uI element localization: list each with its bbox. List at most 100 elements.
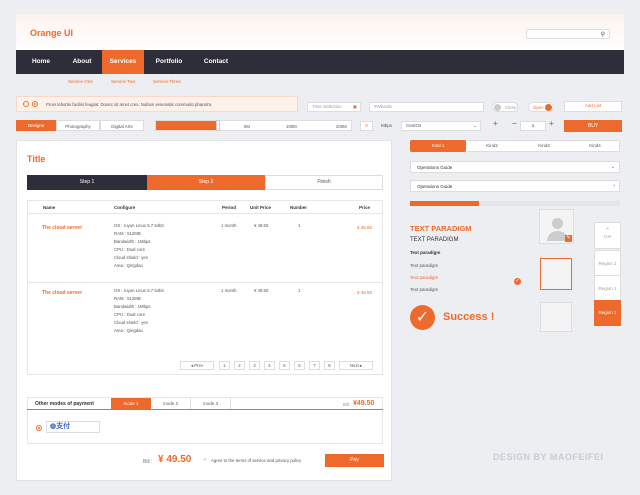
alipay-logo[interactable]: ◍支付 [46,421,100,433]
operations-guide-select[interactable]: Operations Guide ⌄ [410,161,620,173]
order-period: 1 month [221,223,237,228]
subnav-three[interactable]: Service Three [153,79,181,84]
bandwidth-slider[interactable]: 5M 100M 200M [155,120,352,131]
notice-text: Proin lobortis facilisi feugiat. Donec s… [46,102,213,107]
image-selected[interactable] [540,258,572,290]
mode-2-tab[interactable]: mode 2 [151,398,191,409]
close-toggle[interactable]: Close [492,102,518,112]
bill-value: ¥ 49.50 [158,454,192,465]
prev-button[interactable]: ◂ Prev [180,361,214,370]
edit-icon[interactable]: ✎ [565,235,572,242]
os-select[interactable]: CentOs ⌄ [401,121,481,131]
mode-1-tab[interactable]: mode 1 [111,398,151,409]
cfg-shield: Cloud shield : yes [114,320,148,325]
paradigm-subtitle: TEXT PARADIGM [410,237,459,243]
next-button[interactable]: Next ▸ [339,361,373,370]
minus-icon[interactable]: − [512,119,517,128]
kind-3-tab[interactable]: Kind3 [518,140,570,152]
open-toggle[interactable]: Open [528,102,554,112]
region-1[interactable]: Region 1 [594,250,621,276]
col-price: Price [359,205,371,210]
radio-2[interactable] [32,101,38,107]
step-finish: Finish [265,175,383,190]
page-6[interactable]: 6 [294,361,305,370]
nav-contact[interactable]: Contact [194,50,238,74]
bill-small-value: ¥49.50 [353,400,375,407]
plus-icon-2[interactable]: + [549,119,554,128]
open-label: Open [533,105,544,110]
page-1[interactable]: 1 [219,361,230,370]
main-nav: Home About Services Portfolio Contact [16,50,624,74]
search-input[interactable]: ⚲ [526,29,610,39]
filter-photography[interactable]: Photography [56,120,100,131]
page-4[interactable]: 4 [264,361,275,370]
dot-indicators[interactable]: · · · [480,278,508,284]
nav-services[interactable]: Services [102,50,144,74]
order-number: 1 [298,288,301,293]
page-5[interactable]: 5 [279,361,290,370]
success-text: Success ! [443,311,495,323]
agree-checkbox[interactable]: ✓ [203,457,207,463]
cfg-ram: RAM : 512MB [114,296,141,301]
divider [27,282,383,283]
payment-radio[interactable] [36,425,42,431]
brand-logo[interactable]: Orange UI [30,28,73,38]
order-unit-price: ¥ 49.50 [254,288,269,293]
paradigm-item-link[interactable]: Text paradigm [410,275,438,280]
guide-label: Operations Guide [417,184,453,189]
chevron-down-icon: ⌄ [610,164,615,170]
nav-about[interactable]: About [62,50,102,74]
order-config: OS : ruyun Linux 5.7 64bit RAM : 512MB B… [114,287,164,335]
order-period: 1 month [221,288,237,293]
search-icon[interactable]: ⚲ [601,31,605,38]
cfg-os: OS : ruyun Linux 5.7 64bit [114,223,164,228]
plus-icon[interactable]: + [493,119,498,128]
bw-5m: 5M [244,124,250,129]
bandwidth-value[interactable]: 0 [360,121,373,131]
add-list-button[interactable]: Add List [564,101,622,112]
time-selection-input[interactable]: Time Selection ▣ [307,102,361,112]
kind-4-tab[interactable]: Kind4 [570,140,620,152]
nav-portfolio[interactable]: Portfolio [146,50,192,74]
filter-digital-arts[interactable]: Digital Arts [100,120,144,131]
buy-button[interactable]: BUY [564,120,622,132]
keywords-input[interactable]: #Wkords [369,102,484,112]
region-3[interactable]: Region 1 [594,300,621,326]
slider-handle[interactable] [216,120,220,131]
col-configure: Configure [114,205,136,210]
subnav-one[interactable]: Service One [68,79,93,84]
image-placeholder[interactable] [540,302,572,332]
region-2[interactable]: Region 1 [594,275,621,301]
filter-designs[interactable]: Designs [16,120,56,131]
steps-bar: Step 1 Step 2 Finish [27,175,383,190]
page-3[interactable]: 3 [249,361,260,370]
mode-3-tab[interactable]: mode 3 [191,398,231,409]
kind-1-tab[interactable]: Kind 1 [410,140,466,152]
order-name[interactable]: The cloud server [42,290,82,296]
radio-1[interactable] [23,101,29,107]
order-config: OS : ruyun Linux 5.7 64bit RAM : 512MB B… [114,222,164,270]
agree-text: Agree to the terms of service and privac… [211,458,302,463]
cfg-bandwidth: Bandwidth : 1Mbps [114,304,151,309]
quantity-field[interactable]: 1 [520,121,546,131]
page-8[interactable]: 8 [324,361,335,370]
kind-2-tab[interactable]: Kind2 [466,140,518,152]
operations-guide-select-2[interactable]: Operations Guide › [410,180,620,192]
page-2[interactable]: 2 [234,361,245,370]
page-7[interactable]: 7 [309,361,320,370]
pay-button[interactable]: Pay [325,454,384,467]
nav-home[interactable]: Home [20,50,62,74]
chevron-right-icon: › [613,183,615,189]
col-number: Number [290,205,308,210]
keywords-placeholder: #Wkords [374,104,392,109]
designer-credit: DESIGN BY MAOFEIFEI [493,452,604,462]
bw-100m: 100M [286,124,297,129]
paradigm-item: Text paradigm [410,287,439,292]
bw-200m: 200M [336,124,347,129]
cfg-area: Area : Qingdao [114,328,143,333]
guide-label: Operations Guide [417,165,453,170]
subnav-two[interactable]: Service Two [111,79,135,84]
calendar-icon[interactable]: ▣ [353,103,357,111]
order-name[interactable]: The cloud server [42,225,82,231]
top-button[interactable]: ⌃ TOP [594,222,621,249]
